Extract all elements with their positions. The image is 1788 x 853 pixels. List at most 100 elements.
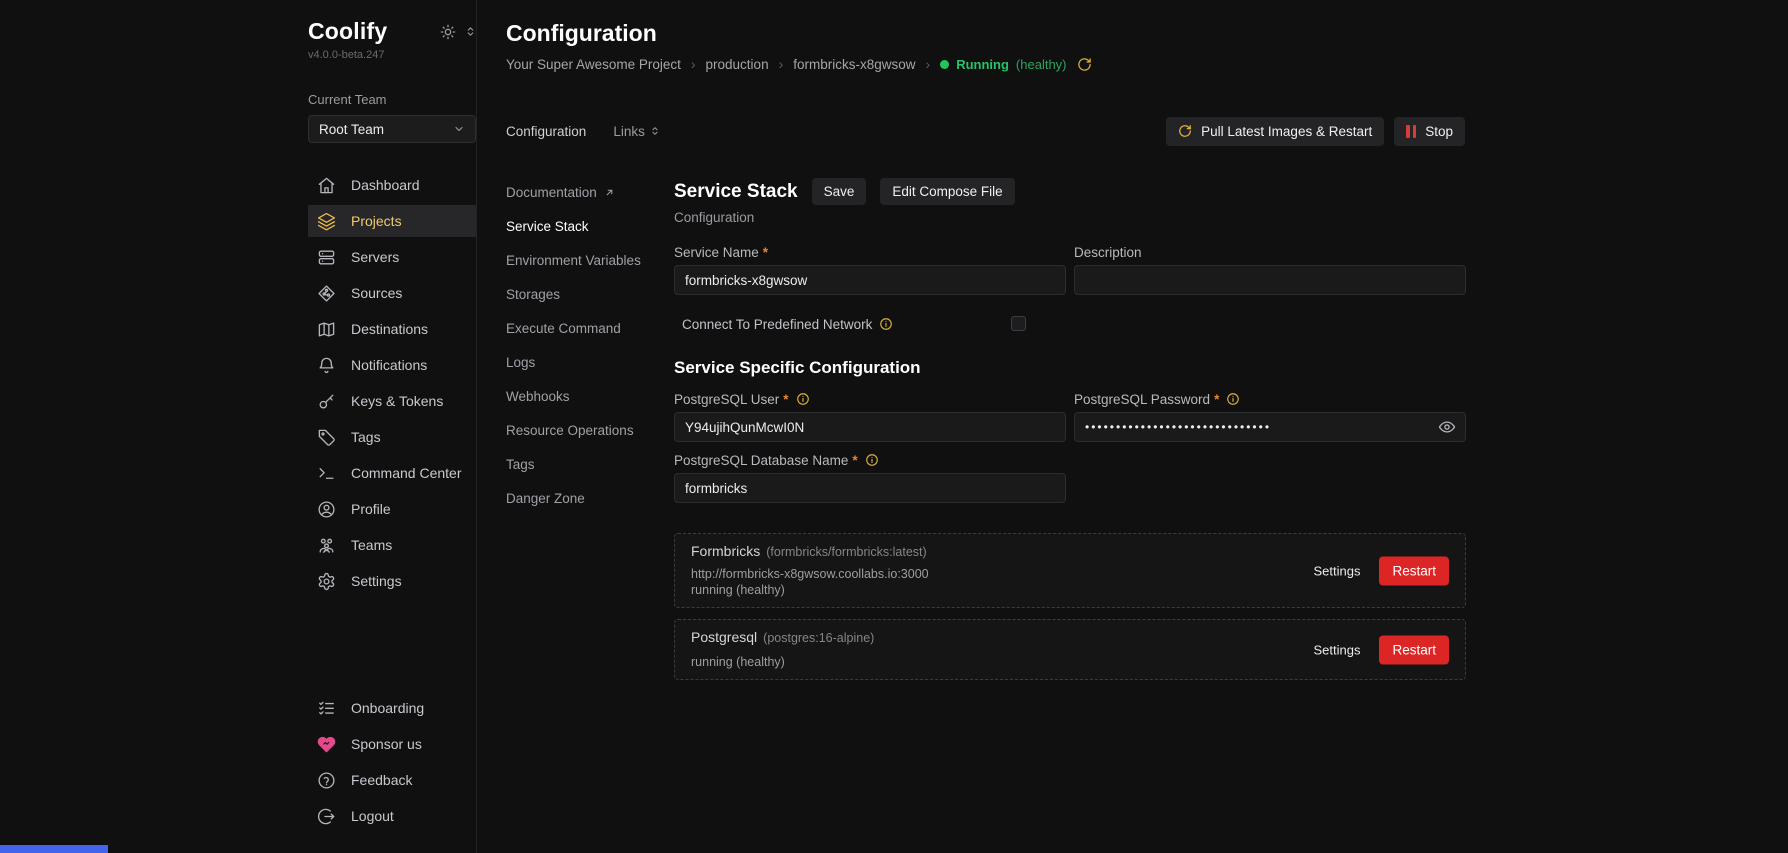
pg-user-input[interactable] (674, 412, 1066, 442)
logout-icon (318, 808, 335, 824)
breadcrumb-separator: › (778, 56, 784, 72)
subnav-item-environment-variables[interactable]: Environment Variables (506, 250, 656, 270)
app-logo: Coolify (308, 18, 388, 44)
sidebar-item-keys-tokens[interactable]: Keys & Tokens (308, 385, 476, 417)
service-card-formbricks: Formbricks (formbricks/formbricks:latest… (674, 533, 1466, 608)
sidebar-item-label: Teams (351, 537, 393, 553)
service-name-input[interactable] (674, 265, 1066, 295)
info-icon[interactable] (865, 453, 879, 467)
sidebar-item-onboarding[interactable]: Onboarding (308, 692, 476, 724)
pg-password-label: PostgreSQL Password (1074, 391, 1211, 407)
sidebar-item-notifications[interactable]: Notifications (308, 349, 476, 381)
required-asterisk: * (1214, 391, 1220, 407)
status-healthy-label: (healthy) (1015, 56, 1067, 72)
sidebar-item-label: Destinations (351, 321, 429, 337)
required-asterisk: * (852, 452, 858, 468)
subnav-item-execute-command[interactable]: Execute Command (506, 318, 656, 338)
service-name: Postgresql (691, 629, 758, 645)
subnav-item-label: Documentation (506, 184, 597, 200)
screen-edge-blue-fragment (0, 845, 108, 853)
breadcrumb-resource[interactable]: formbricks-x8gwsow (793, 57, 915, 72)
stop-button[interactable]: Stop (1394, 116, 1465, 146)
chevron-down-icon (455, 126, 463, 132)
sidebar-item-sources[interactable]: Sources (308, 277, 476, 309)
info-icon[interactable] (1226, 392, 1240, 406)
tab-links-label: Links (613, 123, 645, 139)
connect-network-checkbox[interactable] (1011, 316, 1026, 331)
service-status: running (healthy) (691, 583, 785, 597)
service-settings-link[interactable]: Settings (1314, 563, 1361, 578)
status-refresh-icon[interactable] (1077, 57, 1092, 72)
info-icon[interactable] (796, 392, 810, 406)
sidebar-item-label: Onboarding (351, 700, 425, 716)
sidebar-item-label: Settings (351, 573, 402, 589)
app-version: v4.0.0-beta.247 (308, 49, 385, 61)
team-select-value: Root Team (319, 121, 385, 137)
pg-db-name-input[interactable] (674, 473, 1066, 503)
service-restart-button[interactable]: Restart (1379, 635, 1449, 664)
key-icon (319, 393, 334, 409)
subnav-item-tags[interactable]: Tags (506, 454, 656, 474)
sidebar-item-command-center[interactable]: Command Center (308, 457, 476, 489)
terminal-icon (319, 467, 334, 479)
sidebar-item-destinations[interactable]: Destinations (308, 313, 476, 345)
sidebar-item-dashboard[interactable]: Dashboard (308, 169, 476, 201)
section-subtitle: Configuration (674, 210, 755, 225)
connect-network-label: Connect To Predefined Network (682, 316, 873, 332)
subnav-item-documentation[interactable]: Documentation (506, 182, 656, 202)
service-restart-button[interactable]: Restart (1379, 556, 1449, 585)
service-image: (formbricks/formbricks:latest) (766, 545, 927, 559)
toggle-password-visibility-button[interactable] (1438, 418, 1456, 436)
team-select[interactable]: Root Team (308, 115, 476, 143)
layers-icon (317, 212, 336, 230)
service-name-label: Service Name (674, 244, 759, 260)
heart-icon (317, 736, 336, 752)
breadcrumb-environment[interactable]: production (706, 57, 769, 72)
subnav-item-resource-operations[interactable]: Resource Operations (506, 420, 656, 440)
sidebar-item-teams[interactable]: Teams (308, 529, 476, 561)
service-settings-link[interactable]: Settings (1314, 642, 1361, 657)
pull-latest-restart-label: Pull Latest Images & Restart (1201, 123, 1373, 139)
sidebar-item-sponsor-us[interactable]: Sponsor us (308, 728, 476, 760)
subnav-item-service-stack[interactable]: Service Stack (506, 216, 656, 236)
breadcrumb-separator: › (690, 56, 696, 72)
subnav-item-webhooks[interactable]: Webhooks (506, 386, 656, 406)
map-icon (318, 321, 335, 337)
sidebar-item-tags[interactable]: Tags (308, 421, 476, 453)
service-stack-panel: Service Stack Save Edit Compose File Con… (674, 178, 1466, 691)
sidebar-item-label: Sources (351, 285, 403, 301)
status-badge: Running (healthy) (940, 56, 1067, 72)
subnav-item-storages[interactable]: Storages (506, 284, 656, 304)
users-icon (319, 538, 334, 553)
refresh-icon (1179, 125, 1192, 137)
required-asterisk: * (783, 391, 789, 407)
toolbar: Configuration Links Pull Latest Images &… (506, 116, 1465, 146)
subnav-item-logs[interactable]: Logs (506, 352, 656, 372)
pull-latest-restart-button[interactable]: Pull Latest Images & Restart (1166, 116, 1385, 146)
tab-links[interactable]: Links (613, 124, 660, 139)
save-button[interactable]: Save (811, 178, 867, 205)
subnav-item-danger-zone[interactable]: Danger Zone (506, 488, 656, 508)
current-team-label: Current Team (308, 92, 387, 107)
sidebar-item-settings[interactable]: Settings (308, 565, 476, 597)
pg-db-name-label: PostgreSQL Database Name (674, 452, 849, 468)
sidebar-item-logout[interactable]: Logout (308, 800, 476, 832)
sidebar-item-label: Feedback (351, 772, 413, 788)
gear-icon (318, 572, 335, 590)
sidebar-item-profile[interactable]: Profile (308, 493, 476, 525)
service-card-postgresql: Postgresql (postgres:16-alpine) running … (674, 619, 1466, 680)
breadcrumb-project[interactable]: Your Super Awesome Project (506, 57, 681, 72)
sidebar-item-label: Keys & Tokens (351, 393, 444, 409)
description-input[interactable] (1074, 265, 1466, 295)
eye-icon (1438, 421, 1456, 433)
pg-password-input[interactable] (1074, 412, 1466, 442)
sidebar-item-projects[interactable]: Projects (308, 205, 476, 237)
info-icon[interactable] (879, 317, 893, 331)
chevrons-up-down-icon[interactable] (465, 25, 476, 38)
theme-toggle-sun-icon[interactable] (440, 24, 456, 40)
edit-compose-file-button[interactable]: Edit Compose File (880, 178, 1015, 205)
section-title: Service Stack (674, 180, 798, 202)
tab-configuration[interactable]: Configuration (506, 124, 586, 139)
sidebar-item-feedback[interactable]: Feedback (308, 764, 476, 796)
sidebar-item-servers[interactable]: Servers (308, 241, 476, 273)
